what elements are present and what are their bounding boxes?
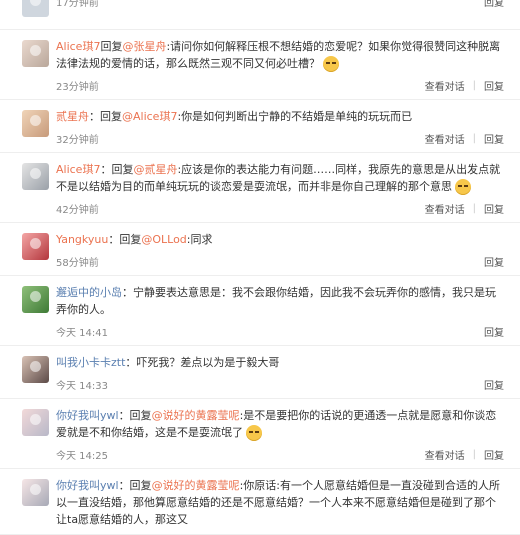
comment-text: 邂逅中的小岛：宁静要表达意思是：我不会跟你结婚，因此我不会玩弄你的感情，我只是玩… [56, 284, 504, 318]
reply-link[interactable]: 回复 [484, 447, 504, 462]
comment-time: 32分钟前 [56, 135, 99, 146]
comment-username[interactable]: 邂逅中的小岛 [56, 286, 122, 299]
divider: | [472, 449, 476, 460]
comment-item: Yangkyuu：回复@OLLod:同求 58分钟前 回复 [0, 223, 520, 276]
avatar[interactable] [22, 233, 49, 260]
comment-footer: 58分钟前 回复 [56, 254, 512, 269]
reply-link[interactable]: 回复 [484, 324, 504, 339]
comment-footer: 今天 14:33 回复 [56, 377, 512, 392]
divider: | [472, 80, 476, 91]
avatar[interactable] [22, 409, 49, 436]
comment-segment: ：吓死我？差点以为是于毅大哥 [125, 356, 280, 369]
comment-item: Alice琪7：回复@贰星舟:应该是你的表达能力有问题……同样，我原先的意思是从… [0, 153, 520, 223]
comment-item: 叫我小卡卡ztt：吓死我？差点以为是于毅大哥今天 14:33 回复 [0, 346, 520, 399]
divider: | [472, 133, 476, 144]
comment-text: Alice琪7：回复@贰星舟:应该是你的表达能力有问题……同样，我原先的意思是从… [56, 161, 504, 195]
comment-username[interactable]: Yangkyuu [56, 233, 108, 246]
comment-footer: 23分钟前 查看对话 | 回复 [56, 78, 512, 93]
comment-text: 你好我叫ywl：回复@说好的黄露莹呢:你原话:有一个人愿意结婚但是一直没碰到合适… [56, 477, 504, 528]
emoji-icon [455, 179, 471, 195]
comment-time: 今天 14:33 [56, 381, 108, 392]
reply-link[interactable]: 回复 [484, 377, 504, 392]
comment-actions: 回复 [484, 254, 504, 269]
comment-username[interactable]: Alice琪7 [56, 163, 100, 176]
comment-footer: 32分钟前 查看对话 | 回复 [56, 131, 512, 146]
comment-segment: ：回复 [108, 233, 142, 246]
mention-link[interactable]: @说好的黄露莹呢 [152, 409, 240, 422]
comment-segment: :你是如何判断出宁静的不结婚是单纯的玩玩而已 [177, 110, 413, 123]
comment-actions: 查看对话 | 回复 [425, 201, 504, 216]
comment-text: 叫我小卡卡ztt：吓死我？差点以为是于毅大哥 [56, 354, 504, 371]
comment-list: 17分钟前 回复 Alice琪7回复@张星舟:请问你如何解释压根不想结婚的恋爱呢？如… [0, 0, 520, 535]
comment-item: 你好我叫ywl：回复@说好的黄露莹呢:你原话:有一个人愿意结婚但是一直没碰到合适… [0, 469, 520, 535]
view-conversation-link[interactable]: 查看对话 [425, 131, 465, 146]
comment-item: 贰星舟：回复@Alice琪7:你是如何判断出宁静的不结婚是单纯的玩玩而已 32分钟… [0, 100, 520, 153]
comment-time: 17分钟前 [56, 0, 99, 9]
comment-segment: ：回复 [100, 163, 134, 176]
mention-link[interactable]: @说好的黄露莹呢 [152, 479, 240, 492]
avatar[interactable] [22, 0, 49, 17]
comment-segment: ：回复 [118, 409, 152, 422]
comment-text: Alice琪7回复@张星舟:请问你如何解释压根不想结婚的恋爱呢？如果你觉得很赞同… [56, 38, 504, 72]
comment-username[interactable]: 你好我叫ywl [56, 409, 119, 422]
comment-footer: 17分钟前 回复 [56, 0, 512, 9]
reply-link[interactable]: 回复 [484, 131, 504, 146]
comment-segment: ：回复 [118, 479, 152, 492]
emoji-icon [246, 425, 262, 441]
comment-time: 58分钟前 [56, 258, 99, 269]
comment-actions: 查看对话 | 回复 [425, 131, 504, 146]
comment-item: 你好我叫ywl：回复@说好的黄露莹呢:是不是要把你的话说的更通透一点就是愿意和你… [0, 399, 520, 469]
mention-link[interactable]: @OLLod [141, 233, 186, 246]
avatar[interactable] [22, 163, 49, 190]
comment-text: 贰星舟：回复@Alice琪7:你是如何判断出宁静的不结婚是单纯的玩玩而已 [56, 108, 504, 125]
comment-segment: :同求 [186, 233, 213, 246]
mention-link[interactable]: @张星舟 [122, 40, 166, 53]
view-conversation-link[interactable]: 查看对话 [425, 447, 465, 462]
comment-actions: 回复 [484, 324, 504, 339]
comment-text: 你好我叫ywl：回复@说好的黄露莹呢:是不是要把你的话说的更通透一点就是愿意和你… [56, 407, 504, 441]
reply-link[interactable]: 回复 [484, 0, 504, 9]
mention-link[interactable]: @Alice琪7 [122, 110, 177, 123]
reply-link[interactable]: 回复 [484, 254, 504, 269]
comment-text: Yangkyuu：回复@OLLod:同求 [56, 231, 504, 248]
comment-footer: 今天 14:41 回复 [56, 324, 512, 339]
comment-username[interactable]: 叫我小卡卡ztt [56, 356, 125, 369]
emoji-icon [323, 56, 339, 72]
avatar[interactable] [22, 110, 49, 137]
avatar[interactable] [22, 286, 49, 313]
comment-item: Alice琪7回复@张星舟:请问你如何解释压根不想结婚的恋爱呢？如果你觉得很赞同… [0, 30, 520, 100]
comment-actions: 回复 [484, 0, 504, 9]
reply-link[interactable]: 回复 [484, 78, 504, 93]
divider: | [472, 203, 476, 214]
comment-username[interactable]: 贰星舟 [56, 110, 89, 123]
mention-link[interactable]: @贰星舟 [133, 163, 177, 176]
avatar[interactable] [22, 356, 49, 383]
view-conversation-link[interactable]: 查看对话 [425, 78, 465, 93]
comment-username[interactable]: Alice琪7 [56, 40, 100, 53]
comment-item: 17分钟前 回复 [0, 0, 520, 30]
comment-time: 42分钟前 [56, 205, 99, 216]
avatar[interactable] [22, 40, 49, 67]
comment-time: 23分钟前 [56, 82, 99, 93]
comment-actions: 查看对话 | 回复 [425, 447, 504, 462]
comment-footer: 42分钟前 查看对话 | 回复 [56, 201, 512, 216]
comment-segment: 回复 [100, 40, 123, 53]
comment-segment: ：回复 [89, 110, 122, 123]
comment-time: 今天 14:41 [56, 328, 108, 339]
comment-actions: 查看对话 | 回复 [425, 78, 504, 93]
comment-time: 今天 14:25 [56, 451, 108, 462]
comment-item: 邂逅中的小岛：宁静要表达意思是：我不会跟你结婚，因此我不会玩弄你的感情，我只是玩… [0, 276, 520, 346]
comment-username[interactable]: 你好我叫ywl [56, 479, 119, 492]
view-conversation-link[interactable]: 查看对话 [425, 201, 465, 216]
comment-actions: 回复 [484, 377, 504, 392]
avatar[interactable] [22, 479, 49, 506]
comment-segment: ：宁静要表达意思是：我不会跟你结婚，因此我不会玩弄你的感情，我只是玩弄你的人。 [56, 286, 496, 316]
comment-footer: 今天 14:25 查看对话 | 回复 [56, 447, 512, 462]
reply-link[interactable]: 回复 [484, 201, 504, 216]
